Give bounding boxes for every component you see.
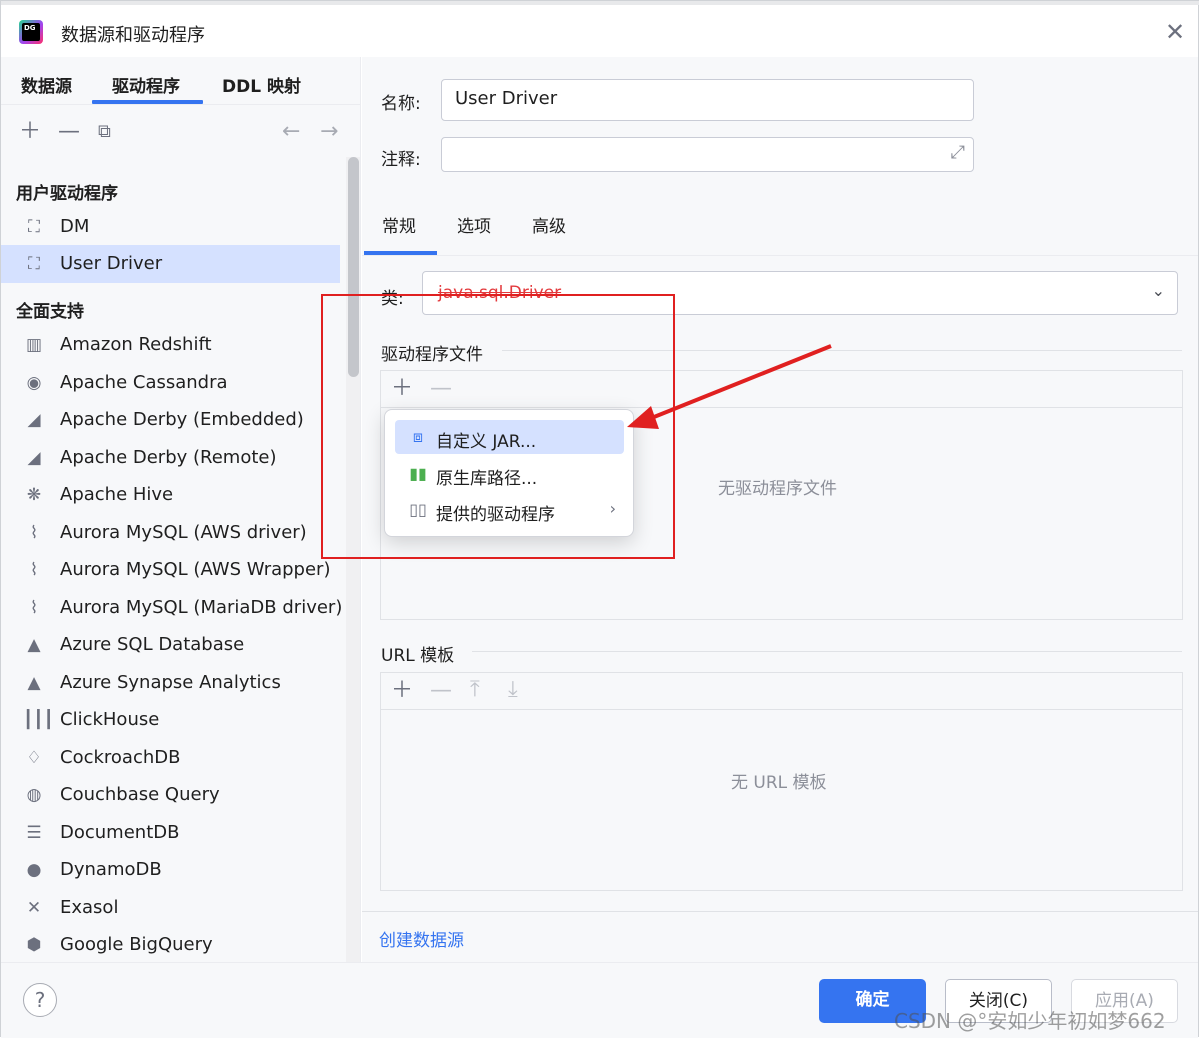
dialog-window: DG 数据源和驱动程序 ✕ 数据源 驱动程序 DDL 映射 ＋ — ⧉ ← → … [0, 0, 1199, 1038]
watermark: CSDN @°安如少年初如梦662 [894, 1009, 1166, 1033]
annotation-arrow [627, 344, 832, 429]
